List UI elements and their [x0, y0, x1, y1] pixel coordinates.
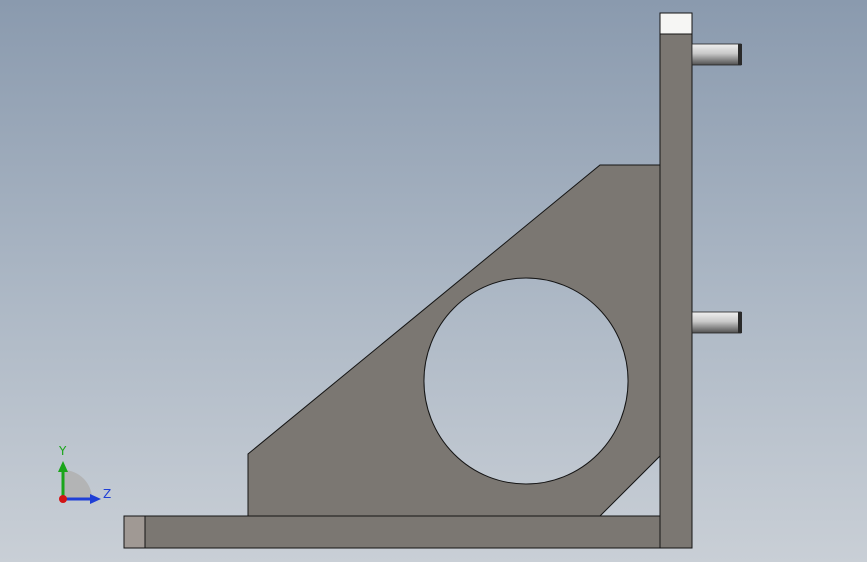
- pin-lower-end: [738, 312, 742, 333]
- gusset-plate[interactable]: [247, 164, 661, 517]
- vertical-plate-top-face[interactable]: [659, 12, 693, 35]
- vertical-plate[interactable]: [659, 33, 693, 549]
- base-plate-end-face[interactable]: [123, 515, 146, 549]
- reference-triad[interactable]: Y Z: [58, 444, 111, 504]
- z-axis-label: Z: [103, 487, 111, 501]
- triad-quadrant: [63, 470, 92, 499]
- pin-upper[interactable]: [691, 43, 742, 66]
- y-axis-arrow: [58, 461, 68, 472]
- y-axis-label: Y: [58, 444, 67, 458]
- bracket-model[interactable]: [123, 12, 742, 549]
- base-plate[interactable]: [144, 515, 661, 549]
- pin-upper-end: [738, 44, 742, 65]
- graphics-viewport[interactable]: Y Z: [0, 0, 867, 562]
- x-axis-dot: [59, 495, 67, 503]
- z-axis-arrow: [90, 494, 101, 504]
- pin-lower[interactable]: [691, 311, 742, 334]
